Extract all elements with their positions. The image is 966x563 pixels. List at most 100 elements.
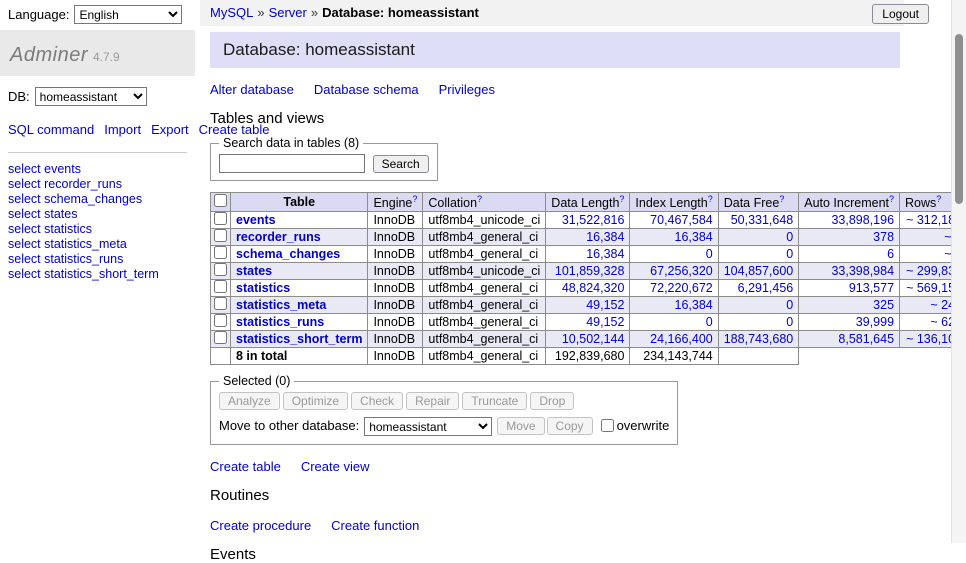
row-checkbox[interactable] (214, 331, 227, 344)
sidebar-table-link[interactable]: select recorder_runs (8, 177, 187, 192)
total-data-free-cell (718, 348, 799, 365)
import-link[interactable]: Import (104, 122, 141, 137)
scrollbar-thumb[interactable] (955, 34, 963, 204)
create-view-link[interactable]: Create view (301, 459, 370, 474)
data-length-link[interactable]: 101,859,328 (555, 264, 625, 278)
sidebar-table-link[interactable]: select schema_changes (8, 192, 187, 207)
truncate-button[interactable]: Truncate (462, 392, 527, 410)
auto-increment-link[interactable]: 33,898,196 (831, 213, 894, 227)
table-name-link[interactable]: statistics_runs (236, 315, 324, 329)
table-name-link[interactable]: states (236, 264, 272, 278)
drop-button[interactable]: Drop (530, 392, 574, 410)
data-free-link[interactable]: 0 (786, 315, 793, 329)
help-link[interactable]: ? (708, 194, 713, 204)
search-input[interactable] (219, 154, 365, 173)
index-length-link[interactable]: 72,220,672 (650, 281, 713, 295)
auto-increment-link[interactable]: 325 (873, 298, 894, 312)
data-free-link[interactable]: 0 (786, 247, 793, 261)
move-db-select[interactable]: homeassistant (364, 417, 492, 436)
vertical-scrollbar[interactable] (951, 0, 966, 543)
help-link[interactable]: ? (619, 194, 624, 204)
row-checkbox[interactable] (214, 246, 227, 259)
export-link[interactable]: Export (151, 122, 189, 137)
move-button[interactable]: Move (497, 417, 544, 435)
create-procedure-link[interactable]: Create procedure (210, 518, 311, 533)
data-length-link[interactable]: 10,502,144 (562, 332, 625, 346)
data-free-link[interactable]: 6,291,456 (738, 281, 794, 295)
table-name-cell: events (231, 212, 368, 229)
data-length-link[interactable]: 31,522,816 (562, 213, 625, 227)
table-name-link[interactable]: recorder_runs (236, 230, 321, 244)
check-button[interactable]: Check (351, 392, 403, 410)
adminer-brand-link[interactable]: Adminer (10, 44, 88, 66)
data-length-link[interactable]: 16,384 (586, 230, 624, 244)
search-button[interactable]: Search (373, 155, 429, 173)
breadcrumb-server-link[interactable]: Server (269, 5, 307, 20)
index-length-link[interactable]: 24,166,400 (650, 332, 713, 346)
row-checkbox[interactable] (214, 263, 227, 276)
table-name-link[interactable]: statistics (236, 281, 290, 295)
data-length-link[interactable]: 49,152 (586, 315, 624, 329)
table-name-link[interactable]: schema_changes (236, 247, 340, 261)
overwrite-option[interactable]: overwrite (601, 418, 670, 433)
help-link[interactable]: ? (889, 194, 894, 204)
index-length-link[interactable]: 70,467,584 (650, 213, 713, 227)
auto-increment-link[interactable]: 913,577 (849, 281, 894, 295)
auto-increment-link[interactable]: 6 (887, 247, 894, 261)
table-name-link[interactable]: statistics_short_term (236, 332, 362, 346)
database-schema-link[interactable]: Database schema (314, 82, 419, 97)
sidebar-table-link[interactable]: select statistics_runs (8, 252, 187, 267)
index-length-link[interactable]: 0 (706, 247, 713, 261)
index-length-link[interactable]: 0 (706, 315, 713, 329)
table-name-link[interactable]: events (236, 213, 276, 227)
auto-increment-link[interactable]: 8,581,645 (838, 332, 894, 346)
create-function-link[interactable]: Create function (331, 518, 419, 533)
index-length-link[interactable]: 16,384 (675, 298, 713, 312)
row-checkbox[interactable] (214, 314, 227, 327)
sidebar-table-link[interactable]: select statistics_meta (8, 237, 187, 252)
row-checkbox[interactable] (214, 229, 227, 242)
table-name-link[interactable]: statistics_meta (236, 298, 326, 312)
sidebar-links: SQL commandImportExportCreate table (8, 121, 170, 140)
help-link[interactable]: ? (412, 194, 417, 204)
auto-increment-link[interactable]: 33,398,984 (831, 264, 894, 278)
sql-command-link[interactable]: SQL command (8, 122, 94, 137)
help-link[interactable]: ? (477, 194, 482, 204)
index-length-link[interactable]: 67,256,320 (650, 264, 713, 278)
row-checkbox[interactable] (214, 297, 227, 310)
data-free-link[interactable]: 188,743,680 (724, 332, 794, 346)
data-length-link[interactable]: 49,152 (586, 298, 624, 312)
analyze-button[interactable]: Analyze (219, 392, 280, 410)
language-select[interactable]: English (74, 5, 182, 24)
auto-increment-link[interactable]: 378 (873, 230, 894, 244)
select-all-checkbox[interactable] (214, 194, 227, 207)
data-length-link[interactable]: 16,384 (586, 247, 624, 261)
table-row: eventsInnoDButf8mb4_unicode_ci31,522,816… (211, 212, 966, 229)
sidebar-table-link[interactable]: select statistics_short_term (8, 267, 187, 282)
create-table-link[interactable]: Create table (210, 459, 281, 474)
data-length-link[interactable]: 48,824,320 (562, 281, 625, 295)
help-link[interactable]: ? (779, 194, 784, 204)
data-free-link[interactable]: 104,857,600 (724, 264, 794, 278)
index-length-link[interactable]: 16,384 (675, 230, 713, 244)
sidebar-table-link[interactable]: select states (8, 207, 187, 222)
db-select[interactable]: homeassistant (35, 87, 147, 106)
alter-database-link[interactable]: Alter database (210, 82, 294, 97)
table-name-cell: schema_changes (231, 246, 368, 263)
breadcrumb-mysql-link[interactable]: MySQL (210, 5, 253, 20)
row-checkbox[interactable] (214, 280, 227, 293)
overwrite-checkbox[interactable] (601, 419, 614, 432)
data-free-link[interactable]: 50,331,648 (731, 213, 794, 227)
repair-button[interactable]: Repair (406, 392, 459, 410)
optimize-button[interactable]: Optimize (283, 392, 348, 410)
privileges-link[interactable]: Privileges (439, 82, 495, 97)
help-link[interactable]: ? (936, 194, 941, 204)
sidebar-table-link[interactable]: select events (8, 162, 187, 177)
logout-button[interactable]: Logout (872, 4, 929, 24)
auto-increment-link[interactable]: 39,999 (856, 315, 894, 329)
sidebar-table-link[interactable]: select statistics (8, 222, 187, 237)
row-checkbox[interactable] (214, 212, 227, 225)
copy-button[interactable]: Copy (547, 417, 593, 435)
data-free-link[interactable]: 0 (786, 298, 793, 312)
data-free-link[interactable]: 0 (786, 230, 793, 244)
